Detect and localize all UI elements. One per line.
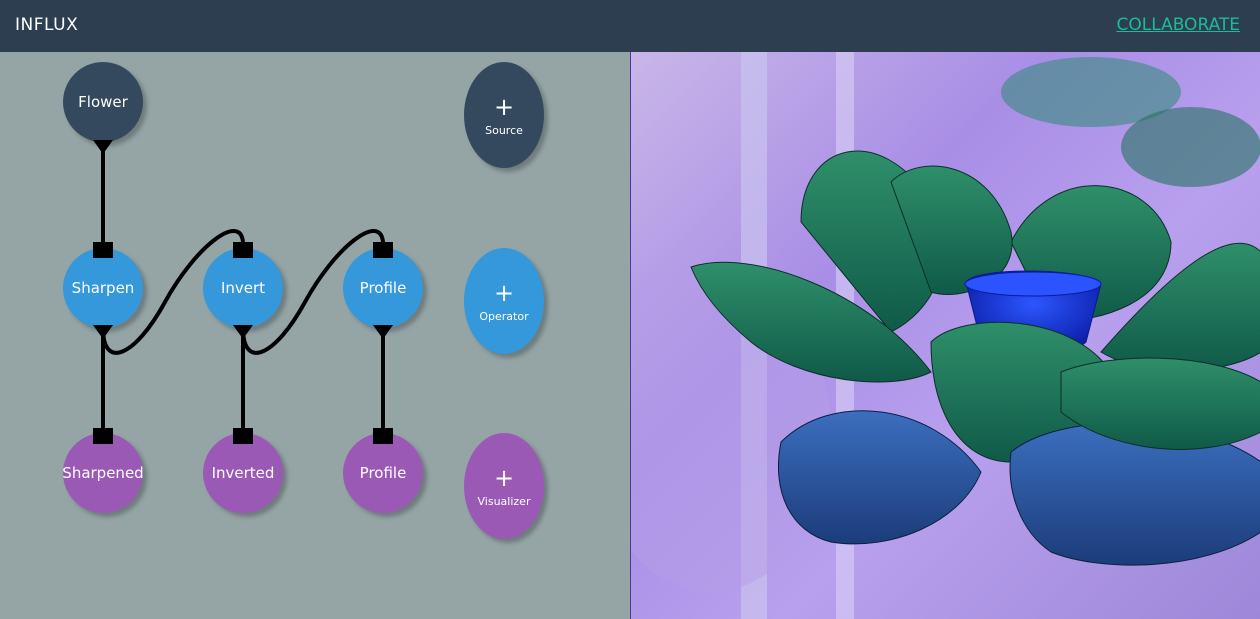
node-sharpen[interactable]: Sharpen xyxy=(63,248,143,328)
add-visualizer-label: Visualizer xyxy=(477,494,531,508)
node-profile-operator[interactable]: Profile xyxy=(343,248,423,328)
plus-icon: + xyxy=(493,92,515,121)
node-inverted[interactable]: Inverted xyxy=(203,433,283,513)
input-port-profile[interactable] xyxy=(373,242,393,258)
app-title: INFLUX xyxy=(15,15,79,35)
output-port-sharpen[interactable] xyxy=(93,325,113,339)
graph-editor[interactable]: Flower Sharpen Invert Profile Sharpened … xyxy=(0,52,630,619)
node-profile-visualizer[interactable]: Profile xyxy=(343,433,423,513)
add-operator-button[interactable]: + Operator xyxy=(464,248,544,354)
plus-icon: + xyxy=(493,278,515,307)
add-operator-label: Operator xyxy=(479,309,529,323)
add-source-button[interactable]: + Source xyxy=(464,62,544,168)
input-port-profile-visualizer[interactable] xyxy=(373,428,393,444)
input-port-sharpened[interactable] xyxy=(93,428,113,444)
add-source-label: Source xyxy=(485,123,523,137)
image-viewer xyxy=(630,52,1260,619)
output-port-invert[interactable] xyxy=(233,325,253,339)
node-flower[interactable]: Flower xyxy=(63,62,143,142)
add-visualizer-button[interactable]: + Visualizer xyxy=(464,433,544,539)
input-port-inverted[interactable] xyxy=(233,428,253,444)
lotus-flower-image xyxy=(631,52,1260,619)
node-sharpened[interactable]: Sharpened xyxy=(62,433,144,513)
output-port-flower[interactable] xyxy=(93,140,113,154)
input-port-sharpen[interactable] xyxy=(93,242,113,258)
top-bar: INFLUX COLLABORATE xyxy=(0,0,1260,52)
output-port-profile[interactable] xyxy=(373,325,393,339)
collaborate-link[interactable]: COLLABORATE xyxy=(1116,15,1240,35)
node-invert[interactable]: Invert xyxy=(203,248,283,328)
plus-icon: + xyxy=(493,463,515,492)
input-port-invert[interactable] xyxy=(233,242,253,258)
